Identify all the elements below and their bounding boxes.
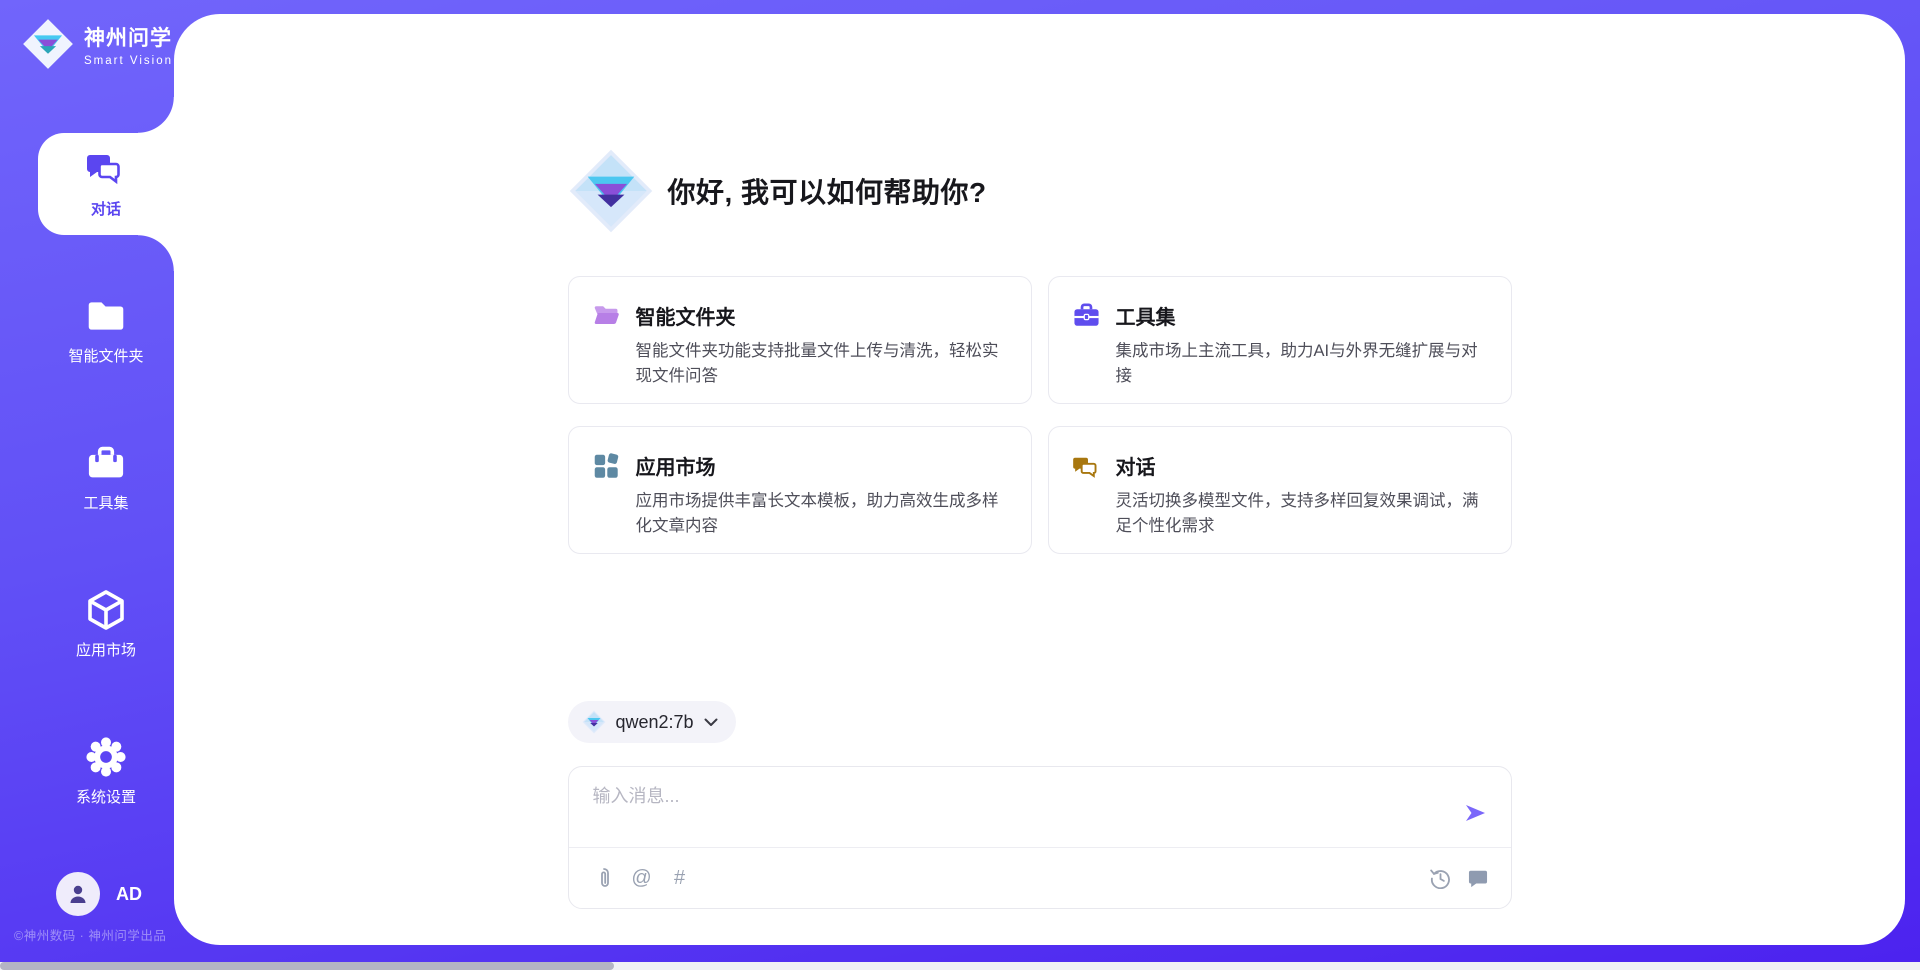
message-input[interactable] xyxy=(593,782,1423,840)
brand-diamond-logo-icon xyxy=(22,18,74,70)
hash-icon[interactable]: # xyxy=(669,867,691,889)
chat-bubbles-icon xyxy=(1073,452,1100,479)
sidebar-item-chat[interactable]: 对话 xyxy=(38,133,174,235)
composer-actions xyxy=(1430,848,1489,908)
folder-icon xyxy=(86,296,126,336)
card-title: 工具集 xyxy=(1116,301,1176,330)
chevron-down-icon xyxy=(704,718,718,727)
card-description: 灵活切换多模型文件，支持多样回复效果调试，满足个性化需求 xyxy=(1116,489,1487,539)
at-icon[interactable]: @ xyxy=(631,867,653,889)
user-account[interactable]: AD xyxy=(56,872,142,916)
sidebar-item-toolset[interactable]: 工具集 xyxy=(38,427,174,529)
send-arrow-icon xyxy=(1463,801,1487,825)
sidebar-item-label: 系统设置 xyxy=(76,786,136,807)
gear-icon xyxy=(86,737,126,777)
briefcase-icon xyxy=(86,443,126,483)
person-icon xyxy=(66,882,90,906)
copyright-footer: ©神州数码 · 神州问学出品 xyxy=(14,925,194,944)
sidebar-item-smart-folder[interactable]: 智能文件夹 xyxy=(38,280,174,382)
greeting-block: 你好, 我可以如何帮助你? xyxy=(568,148,1512,234)
greeting-text: 你好, 我可以如何帮助你? xyxy=(668,171,987,211)
sidebar-item-label: 对话 xyxy=(91,198,121,219)
card-chat[interactable]: 对话 灵活切换多模型文件，支持多样回复效果调试，满足个性化需求 xyxy=(1048,426,1512,554)
main-content: 你好, 我可以如何帮助你? 智能文件夹 智能文件夹功能支持批量文件上传与清洗，轻… xyxy=(174,14,1905,945)
app-grid-icon xyxy=(593,452,620,479)
sidebar-item-settings[interactable]: 系统设置 xyxy=(38,721,174,823)
paperclip-icon[interactable] xyxy=(593,867,615,889)
sidebar-item-label: 应用市场 xyxy=(76,639,136,660)
card-toolset[interactable]: 工具集 集成市场上主流工具，助力AI与外界无缝扩展与对接 xyxy=(1048,276,1512,404)
app-subtitle: Smart Vision xyxy=(84,55,173,67)
open-folder-icon xyxy=(593,302,620,329)
cube-icon xyxy=(86,590,126,630)
sidebar-item-label: 智能文件夹 xyxy=(68,345,143,366)
sidebar-item-label: 工具集 xyxy=(83,492,128,513)
sidebar-item-app-market[interactable]: 应用市场 xyxy=(38,574,174,676)
horizontal-scrollbar-thumb[interactable] xyxy=(0,962,614,970)
history-clock-icon[interactable] xyxy=(1430,867,1452,889)
avatar xyxy=(56,872,100,916)
card-description: 智能文件夹功能支持批量文件上传与清洗，轻松实现文件问答 xyxy=(636,339,1007,389)
brand-text: 神州问学 Smart Vision xyxy=(84,22,173,67)
composer-tools: @ # xyxy=(593,848,691,908)
card-description: 集成市场上主流工具，助力AI与外界无缝扩展与对接 xyxy=(1116,339,1487,389)
card-smart-folder[interactable]: 智能文件夹 智能文件夹功能支持批量文件上传与清洗，轻松实现文件问答 xyxy=(568,276,1032,404)
greeting-diamond-logo-icon xyxy=(568,148,654,234)
card-description: 应用市场提供丰富长文本模板，助力高效生成多样化文章内容 xyxy=(636,489,1007,539)
sidebar: 神州问学 Smart Vision 对话 智能文件夹 xyxy=(0,0,174,970)
model-logo-icon xyxy=(582,710,606,734)
card-title: 对话 xyxy=(1116,451,1156,480)
briefcase-icon xyxy=(1073,302,1100,329)
app-title: 神州问学 xyxy=(84,22,173,52)
model-name: qwen2:7b xyxy=(616,712,694,733)
card-title: 应用市场 xyxy=(636,451,716,480)
feature-cards: 智能文件夹 智能文件夹功能支持批量文件上传与清洗，轻松实现文件问答 工具集 xyxy=(568,276,1512,554)
user-initials: AD xyxy=(116,884,142,905)
message-composer: @ # xyxy=(568,766,1512,909)
message-bubble-icon[interactable] xyxy=(1467,867,1489,889)
send-button[interactable] xyxy=(1461,799,1489,827)
chat-bubbles-icon xyxy=(86,149,126,189)
horizontal-scrollbar[interactable] xyxy=(0,962,1920,970)
brand: 神州问学 Smart Vision xyxy=(22,18,173,70)
card-app-market[interactable]: 应用市场 应用市场提供丰富长文本模板，助力高效生成多样化文章内容 xyxy=(568,426,1032,554)
model-selector[interactable]: qwen2:7b xyxy=(568,701,736,743)
card-title: 智能文件夹 xyxy=(636,301,736,330)
composer-divider xyxy=(569,847,1511,848)
